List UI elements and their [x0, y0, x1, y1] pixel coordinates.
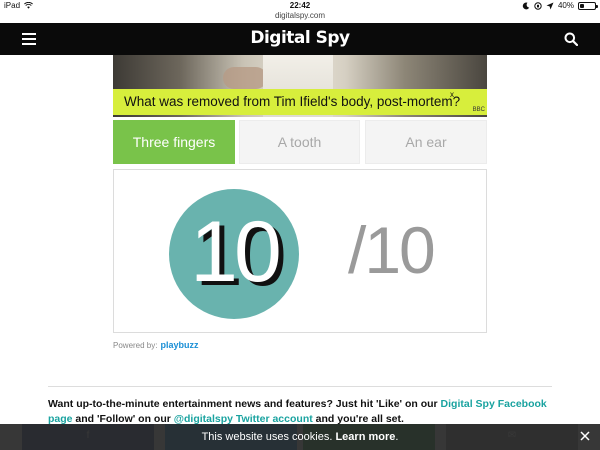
quiz-result-card: 10 /10	[113, 169, 487, 333]
powered-by-label: Powered by:	[113, 340, 158, 350]
divider	[48, 386, 552, 387]
digital-spy-logo[interactable]: Digital Spy	[0, 28, 600, 48]
promo-text-1: Want up-to-the-minute entertainment news…	[48, 398, 441, 410]
location-arrow-icon	[546, 2, 554, 9]
browser-url[interactable]: digitalspy.com	[0, 11, 600, 23]
moon-icon	[522, 2, 530, 9]
playbuzz-logo[interactable]: playbuzz	[160, 340, 198, 350]
answer-option-a-tooth[interactable]: A tooth	[239, 120, 360, 164]
ios-status-bar: iPad 22:42 40%	[0, 0, 600, 11]
answer-option-three-fingers[interactable]: Three fingers	[113, 120, 235, 164]
cookie-text: This website uses cookies.	[201, 431, 336, 443]
learn-more-link[interactable]: Learn more	[335, 431, 395, 443]
cookie-banner: This website uses cookies. Learn more.	[0, 424, 600, 450]
close-icon[interactable]	[578, 429, 592, 443]
search-icon[interactable]	[564, 32, 578, 46]
battery-icon	[578, 1, 598, 10]
close-question-button[interactable]: x	[450, 90, 454, 99]
powered-by: Powered by: playbuzz	[113, 340, 198, 350]
quiz-question: What was removed from Tim Ifield's body,…	[124, 94, 461, 109]
clock: 22:42	[289, 1, 311, 10]
question-banner: What was removed from Tim Ifield's body,…	[113, 89, 487, 115]
score-value: 10	[190, 204, 282, 300]
answer-option-an-ear[interactable]: An ear	[365, 120, 487, 164]
score-total: /10	[348, 213, 436, 287]
score-circle: 10	[169, 189, 299, 319]
cookie-period: .	[395, 431, 399, 443]
battery-level-fill	[580, 3, 585, 8]
social-promo-text: Want up-to-the-minute entertainment news…	[48, 397, 552, 427]
cookie-message: This website uses cookies. Learn more.	[0, 431, 600, 443]
orientation-lock-icon	[534, 1, 542, 10]
battery-percent: 40%	[557, 1, 574, 10]
photo-hand-shape	[223, 67, 267, 89]
site-header: Digital Spy	[0, 23, 600, 55]
image-credit: BBC	[472, 107, 485, 113]
